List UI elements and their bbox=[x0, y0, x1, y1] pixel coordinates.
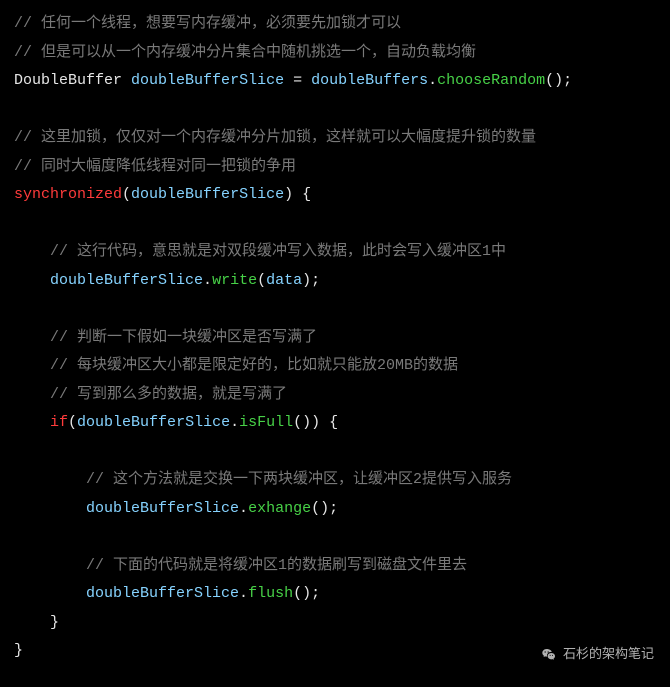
code-line: // 但是可以从一个内存缓冲分片集合中随机挑选一个，自动负载均衡 bbox=[14, 39, 656, 68]
code-line: synchronized(doubleBufferSlice) { bbox=[14, 181, 656, 210]
code-line bbox=[14, 210, 656, 239]
code-line bbox=[14, 523, 656, 552]
code-line: // 同时大幅度降低线程对同一把锁的争用 bbox=[14, 153, 656, 182]
code-line: // 判断一下假如一块缓冲区是否写满了 bbox=[14, 324, 656, 353]
code-line: // 任何一个线程，想要写内存缓冲，必须要先加锁才可以 bbox=[14, 10, 656, 39]
code-line: doubleBufferSlice.write(data); bbox=[14, 267, 656, 296]
code-line: if(doubleBufferSlice.isFull()) { bbox=[14, 409, 656, 438]
code-line: // 这个方法就是交换一下两块缓冲区，让缓冲区2提供写入服务 bbox=[14, 466, 656, 495]
code-line bbox=[14, 96, 656, 125]
code-line: // 写到那么多的数据，就是写满了 bbox=[14, 381, 656, 410]
code-line: // 下面的代码就是将缓冲区1的数据刷写到磁盘文件里去 bbox=[14, 552, 656, 581]
code-line: DoubleBuffer doubleBufferSlice = doubleB… bbox=[14, 67, 656, 96]
code-line: } bbox=[14, 609, 656, 638]
watermark-label: 石杉的架构笔记 bbox=[563, 642, 654, 667]
code-line: // 每块缓冲区大小都是限定好的，比如就只能放20MB的数据 bbox=[14, 352, 656, 381]
code-block: // 任何一个线程，想要写内存缓冲，必须要先加锁才可以// 但是可以从一个内存缓… bbox=[0, 0, 670, 676]
code-line: // 这行代码，意思就是对双段缓冲写入数据，此时会写入缓冲区1中 bbox=[14, 238, 656, 267]
code-line: doubleBufferSlice.exhange(); bbox=[14, 495, 656, 524]
wechat-icon bbox=[541, 647, 557, 663]
watermark: 石杉的架构笔记 bbox=[541, 642, 654, 667]
code-line bbox=[14, 438, 656, 467]
code-line: doubleBufferSlice.flush(); bbox=[14, 580, 656, 609]
code-line: // 这里加锁，仅仅对一个内存缓冲分片加锁，这样就可以大幅度提升锁的数量 bbox=[14, 124, 656, 153]
code-line bbox=[14, 295, 656, 324]
